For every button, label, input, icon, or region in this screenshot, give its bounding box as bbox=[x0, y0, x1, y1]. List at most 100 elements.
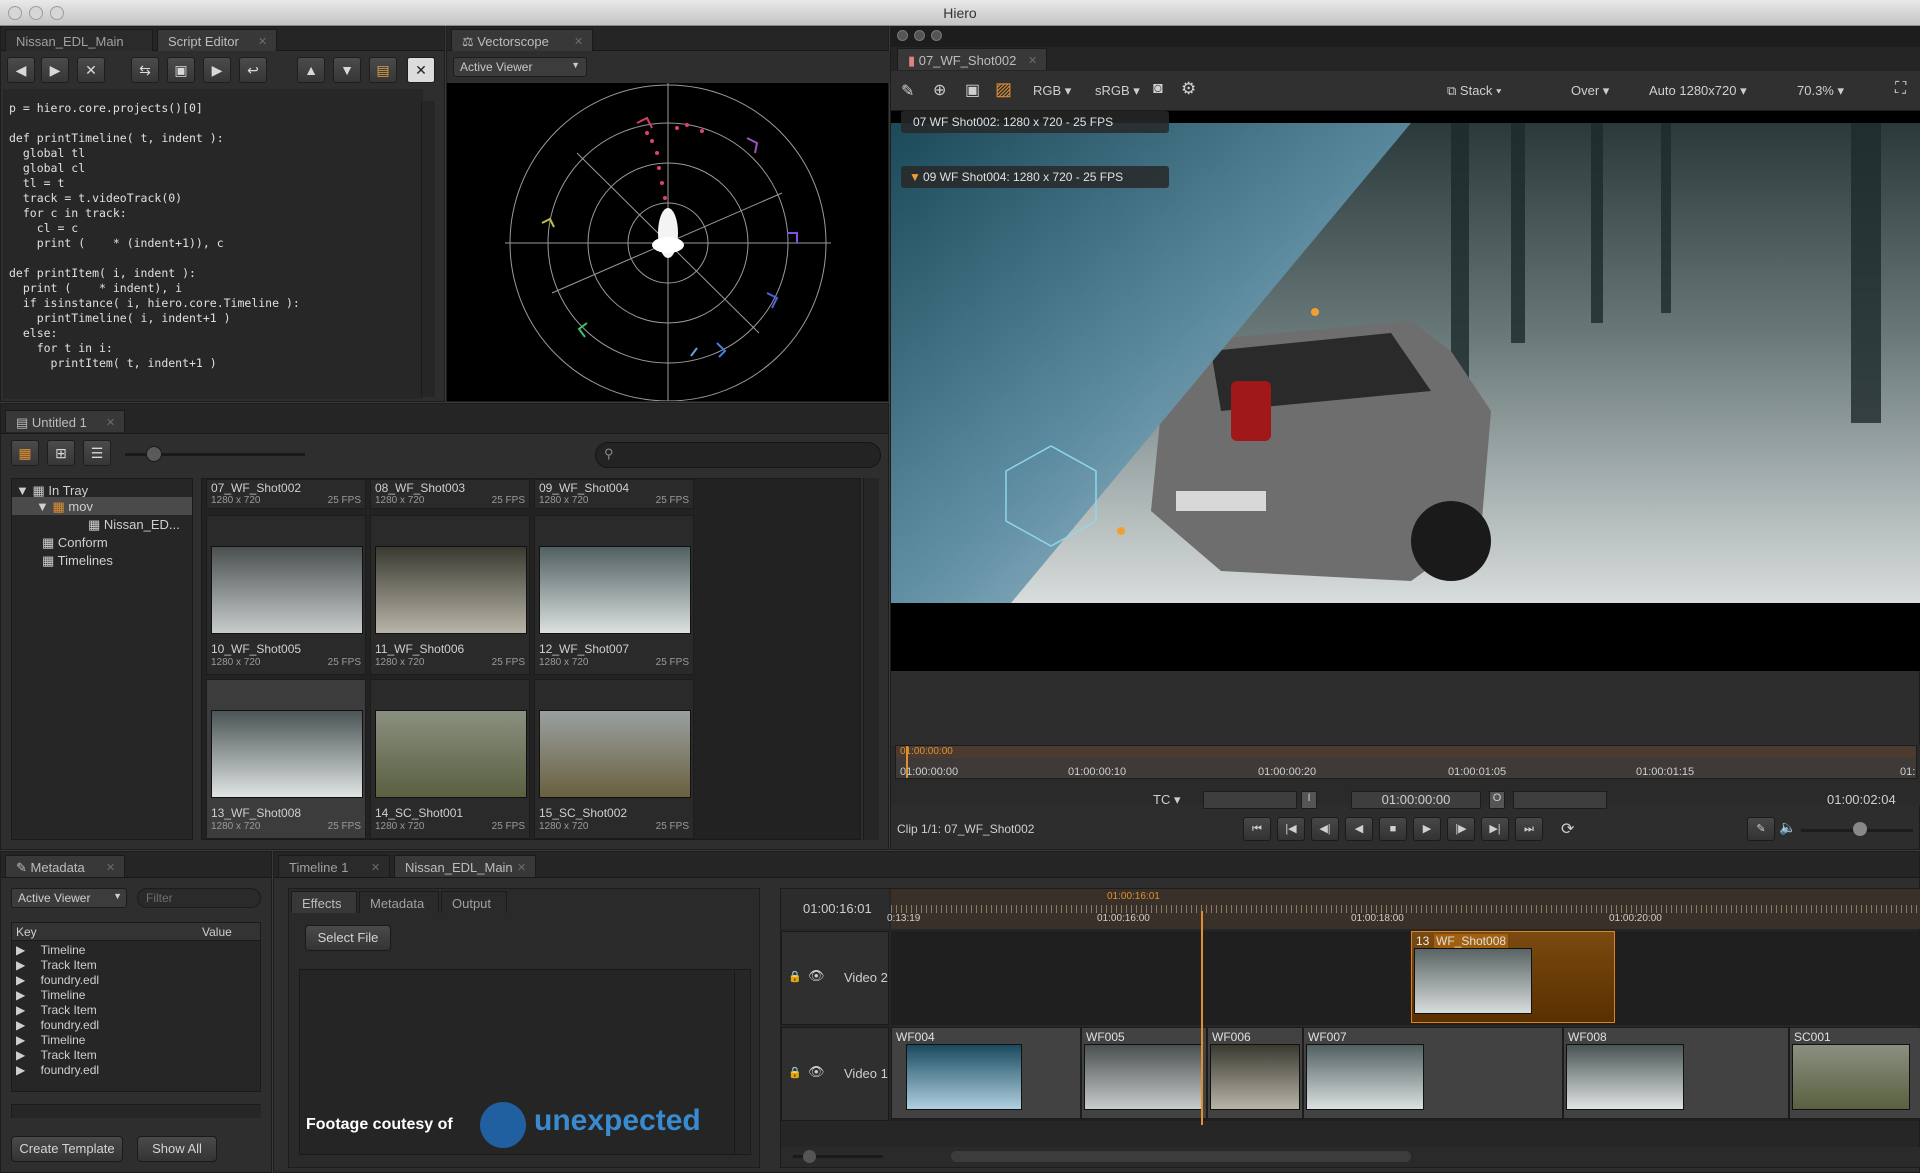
close-icon[interactable]: ✕ bbox=[106, 861, 115, 874]
close-icon[interactable]: ✕ bbox=[1028, 54, 1037, 67]
grid-view-icon[interactable]: ▦ bbox=[11, 440, 39, 466]
timeline-clip[interactable]: SC001 bbox=[1789, 1027, 1920, 1119]
download-icon[interactable]: ▼ bbox=[333, 57, 361, 83]
go-start-icon[interactable]: ⏮ bbox=[1243, 817, 1271, 841]
viewer-zoom-button[interactable] bbox=[931, 30, 942, 41]
create-template-button[interactable]: Create Template bbox=[11, 1136, 123, 1162]
run-icon[interactable]: ▶ bbox=[203, 57, 231, 83]
comp-dropdown[interactable]: Over ▾ bbox=[1571, 83, 1609, 99]
metadata-row[interactable]: ▶ foundry.edl bbox=[16, 1018, 99, 1032]
timeline-clip[interactable]: WF004 bbox=[891, 1027, 1081, 1119]
metadata-row[interactable]: ▶ Track Item bbox=[16, 1048, 97, 1062]
volume-slider-handle[interactable] bbox=[1853, 822, 1867, 836]
viewer-image[interactable]: 07 WF Shot002: 1280 x 720 - 25 FPS ▼ 09 W… bbox=[891, 111, 1920, 671]
tab-vectorscope[interactable]: ⚖ Vectorscope ✕ bbox=[451, 29, 593, 51]
zoom-level-dropdown[interactable]: 70.3% ▾ bbox=[1797, 83, 1844, 99]
subtab-metadata[interactable]: Metadata bbox=[359, 891, 439, 913]
forward-icon[interactable]: ▶ bbox=[41, 57, 69, 83]
bin-item[interactable]: 10_WF_Shot005 1280 x 720 25 FPS bbox=[206, 515, 366, 675]
close-icon[interactable]: ✕ bbox=[517, 861, 526, 874]
tree-item-nissan[interactable]: ▦ Nissan_ED... bbox=[88, 517, 180, 533]
script-scrollbar[interactable] bbox=[421, 101, 435, 397]
wipe-icon[interactable]: ▨ bbox=[995, 79, 1012, 100]
undo-icon[interactable]: ↩ bbox=[239, 57, 267, 83]
fullscreen-icon[interactable]: ⛶ bbox=[1895, 80, 1906, 98]
metadata-filter-input[interactable]: Filter bbox=[137, 888, 261, 908]
load-icon[interactable]: ▣ bbox=[167, 57, 195, 83]
gear-icon[interactable]: ⚙ bbox=[1181, 79, 1196, 99]
timeline-zoom-handle[interactable] bbox=[803, 1150, 816, 1163]
tab-metadata[interactable]: ✎ Metadata ✕ bbox=[5, 855, 125, 877]
current-timecode-field[interactable]: 01:00:00:00 bbox=[1351, 791, 1481, 809]
bin-item[interactable]: 15_SC_Shot002 1280 x 720 25 FPS bbox=[534, 679, 694, 839]
viewer-close-button[interactable] bbox=[897, 30, 908, 41]
tab-viewer-clip[interactable]: ▮ 07_WF_Shot002 ✕ bbox=[897, 48, 1047, 70]
vectorscope-source-dropdown[interactable]: Active Viewer ▼ bbox=[453, 57, 587, 77]
go-end-icon[interactable]: ⏭ bbox=[1515, 817, 1543, 841]
script-code[interactable]: p = hiero.core.projects()[0] def printTi… bbox=[9, 101, 300, 371]
bin-item[interactable]: 13_WF_Shot008 1280 x 720 25 FPS bbox=[206, 679, 366, 839]
channels-dropdown[interactable]: RGB ▾ bbox=[1033, 83, 1071, 99]
back-icon[interactable]: ◀ bbox=[7, 57, 35, 83]
clear-icon[interactable]: ✕ bbox=[77, 57, 105, 83]
select-file-button[interactable]: Select File bbox=[305, 925, 391, 951]
save-frame-icon[interactable]: ▣ bbox=[965, 80, 980, 100]
volume-icon[interactable]: 🔈 bbox=[1779, 819, 1796, 836]
metadata-row[interactable]: ▶ Timeline bbox=[16, 1033, 85, 1047]
timeline-clip[interactable]: 13 WF_Shot008 bbox=[1411, 931, 1615, 1023]
tab-nissan-edl-main[interactable]: Nissan_EDL_Main bbox=[5, 29, 153, 51]
timeline-hscrollbar[interactable] bbox=[951, 1151, 1411, 1162]
bin-item[interactable]: 08_WF_Shot003 1280 x 720 25 FPS bbox=[370, 479, 530, 509]
timeline-ruler[interactable]: 0:13:19 01:00:16:00 01:00:18:00 01:00:20… bbox=[887, 889, 1920, 929]
lut-dropdown[interactable]: sRGB ▾ bbox=[1095, 83, 1140, 99]
show-all-button[interactable]: Show All bbox=[137, 1136, 217, 1162]
timeline-playhead[interactable] bbox=[1201, 911, 1203, 1125]
tab-script-editor[interactable]: Script Editor ✕ bbox=[157, 29, 277, 51]
viewer-minimize-button[interactable] bbox=[914, 30, 925, 41]
metadata-row[interactable]: ▶ Timeline bbox=[16, 943, 85, 957]
bin-item[interactable]: 09_WF_Shot004 1280 x 720 25 FPS bbox=[534, 479, 694, 509]
play-icon[interactable]: ▶ bbox=[1413, 817, 1441, 841]
tc-mode-dropdown[interactable]: TC ▾ bbox=[1153, 792, 1180, 808]
metadata-source-dropdown[interactable]: Active Viewer ▼ bbox=[11, 888, 127, 908]
close-icon[interactable]: ✕ bbox=[106, 416, 115, 429]
step-forward-icon[interactable]: |▶ bbox=[1447, 817, 1475, 841]
tab-untitled[interactable]: ▤ Untitled 1 ✕ bbox=[5, 410, 125, 432]
bin-item[interactable]: 07_WF_Shot002 1280 x 720 25 FPS bbox=[206, 479, 366, 509]
prev-edit-icon[interactable]: |◀ bbox=[1277, 817, 1305, 841]
metadata-row[interactable]: ▶ foundry.edl bbox=[16, 1063, 99, 1077]
metadata-row[interactable]: ▶ foundry.edl bbox=[16, 973, 99, 987]
pin-icon[interactable]: ✎ bbox=[1747, 817, 1775, 841]
bin-item[interactable]: 14_SC_Shot001 1280 x 720 25 FPS bbox=[370, 679, 530, 839]
bin-item[interactable]: 12_WF_Shot007 1280 x 720 25 FPS bbox=[534, 515, 694, 675]
effects-scrollbar[interactable] bbox=[734, 970, 750, 1154]
subtab-effects[interactable]: Effects bbox=[291, 891, 357, 913]
track-header-video-2[interactable]: 🔒 👁 Video 2 bbox=[781, 931, 889, 1025]
lock-icon[interactable]: 🔒 bbox=[788, 970, 802, 983]
lock-icon[interactable]: 🔒 bbox=[788, 1066, 802, 1079]
close-icon[interactable]: ✕ bbox=[371, 861, 380, 874]
tab-timeline-1[interactable]: Timeline 1 ✕ bbox=[278, 855, 390, 877]
camera-icon[interactable]: ◙ bbox=[1153, 80, 1163, 98]
close-script-icon[interactable]: ✕ bbox=[407, 57, 435, 83]
step-back-icon[interactable]: ◀| bbox=[1311, 817, 1339, 841]
source-icon[interactable]: ⇆ bbox=[131, 57, 159, 83]
play-reverse-icon[interactable]: ◀ bbox=[1345, 817, 1373, 841]
out-marker-button[interactable]: O bbox=[1489, 791, 1505, 809]
resolution-dropdown[interactable]: Auto 1280x720 ▾ bbox=[1649, 83, 1747, 99]
timeline-clip[interactable]: WF007 bbox=[1303, 1027, 1563, 1119]
loop-icon[interactable]: ⟳ bbox=[1561, 819, 1574, 839]
metadata-hscrollbar[interactable] bbox=[11, 1104, 261, 1118]
bin-scrollbar[interactable] bbox=[863, 478, 879, 840]
metadata-row[interactable]: ▶ Track Item bbox=[16, 958, 97, 972]
viewer-timeline-ruler[interactable]: 01:00:00:00 01:00:00:00 01:00:00:10 01:0… bbox=[895, 745, 1917, 779]
in-marker-button[interactable]: I bbox=[1301, 791, 1317, 809]
stack-dropdown[interactable]: ⧉ Stack ▾ bbox=[1447, 83, 1502, 99]
timeline-clip[interactable]: WF006 bbox=[1207, 1027, 1303, 1119]
list-view-icon[interactable]: ☰ bbox=[83, 440, 111, 466]
tree-item-mov[interactable]: ▼ ▦ mov bbox=[36, 499, 93, 515]
zoom-icon[interactable]: ⊕ bbox=[933, 80, 946, 100]
close-icon[interactable]: ✕ bbox=[574, 35, 583, 48]
next-edit-icon[interactable]: ▶| bbox=[1481, 817, 1509, 841]
tab-nissan-edl[interactable]: Nissan_EDL_Main ✕ bbox=[394, 855, 536, 877]
